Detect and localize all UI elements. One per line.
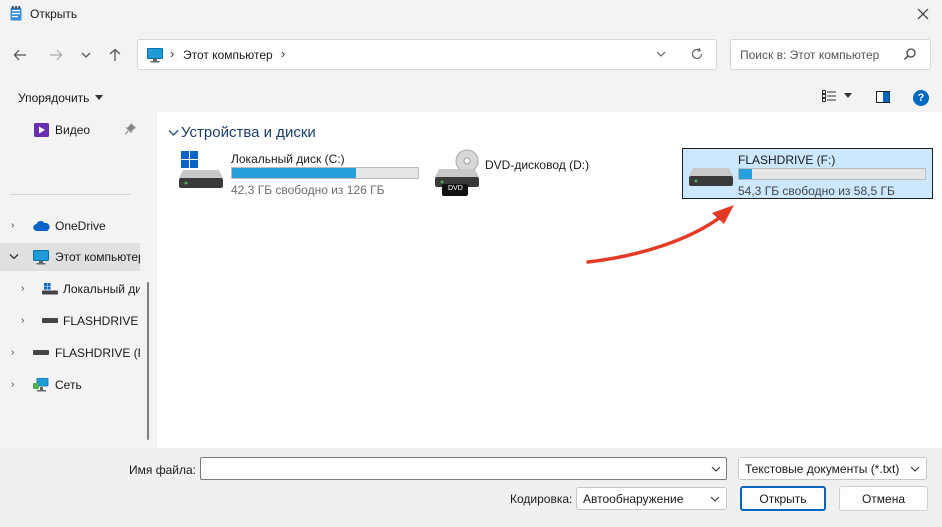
organize-label: Упорядочить	[18, 91, 90, 105]
drive-tile-d[interactable]: DVD DVD-дисковод (D:)	[435, 148, 675, 198]
caret-down-icon	[844, 93, 852, 98]
nav-item-local-disk[interactable]: › Локальный диск (C:)	[0, 275, 140, 303]
details-view-icon	[822, 90, 836, 102]
caret-down-icon	[95, 95, 104, 100]
drive-name: Локальный диск (C:)	[231, 152, 345, 166]
cancel-button[interactable]: Отмена	[839, 486, 928, 511]
pc-icon	[33, 250, 49, 265]
chevron-right-icon[interactable]: ›	[21, 283, 24, 294]
breadcrumb-this-pc[interactable]: Этот компьютер	[183, 48, 273, 62]
chevron-right-icon[interactable]: ›	[11, 347, 14, 358]
usb-drive-icon	[33, 350, 49, 355]
nav-item-label: Сеть	[55, 378, 82, 392]
windows-drive-icon	[179, 151, 223, 188]
pin-icon[interactable]	[125, 123, 136, 135]
chevron-right-icon[interactable]: ›	[11, 220, 14, 231]
nav-item-onedrive[interactable]: › OneDrive	[0, 212, 140, 240]
forward-button[interactable]	[44, 43, 68, 67]
filename-input[interactable]	[200, 457, 727, 480]
refresh-icon[interactable]	[690, 47, 704, 61]
encoding-value: Автообнаружение	[583, 492, 684, 506]
arrow-right-icon	[50, 49, 63, 61]
recent-locations-button[interactable]	[74, 43, 98, 67]
chevron-down-icon	[710, 496, 720, 502]
nav-item-label: FLASHDRIVE (F:)	[63, 314, 140, 328]
close-icon	[917, 8, 929, 20]
chevron-right-icon[interactable]: ›	[21, 315, 24, 326]
drive-usage-fill	[232, 168, 356, 178]
preview-pane-button[interactable]	[876, 91, 890, 106]
nav-item-video[interactable]: Видео	[0, 116, 140, 144]
chevron-down-icon[interactable]	[654, 47, 668, 61]
search-box[interactable]: Поиск в: Этот компьютер	[730, 39, 931, 70]
breadcrumb-separator[interactable]: ›	[281, 46, 285, 61]
drive-tile-f[interactable]: FLASHDRIVE (F:) 54,3 ГБ свободно из 58,5…	[682, 148, 933, 199]
arrow-left-icon	[13, 49, 26, 61]
nav-item-flashdrive[interactable]: › FLASHDRIVE (F:)	[0, 339, 140, 367]
dvd-badge: DVD	[448, 185, 463, 192]
open-button[interactable]: Открыть	[740, 486, 826, 511]
filetype-select[interactable]: Текстовые документы (*.txt)	[738, 457, 927, 480]
windows-drive-icon	[42, 283, 58, 295]
preview-pane-icon	[876, 91, 890, 103]
drive-free-space: 54,3 ГБ свободно из 58,5 ГБ	[738, 184, 895, 198]
nav-item-this-pc[interactable]: Этот компьютер	[0, 243, 140, 271]
filename-label: Имя файла:	[129, 463, 196, 477]
nav-item-network[interactable]: › Сеть	[0, 371, 140, 399]
nav-item-label: OneDrive	[55, 219, 106, 233]
video-icon	[34, 123, 49, 137]
search-input[interactable]: Поиск в: Этот компьютер	[740, 48, 879, 62]
chevron-down-icon[interactable]	[710, 462, 722, 476]
chevron-down-icon	[910, 466, 920, 472]
chevron-down-icon[interactable]	[168, 128, 179, 138]
organize-button[interactable]: Упорядочить	[18, 91, 104, 105]
drive-free-space: 42,3 ГБ свободно из 126 ГБ	[231, 183, 385, 197]
encoding-select[interactable]: Автообнаружение	[576, 487, 727, 510]
address-bar[interactable]: › Этот компьютер ›	[137, 39, 717, 70]
nav-item-label: Этот компьютер	[55, 250, 140, 264]
close-button[interactable]	[904, 0, 942, 28]
nav-divider	[10, 194, 131, 195]
search-icon[interactable]	[903, 47, 917, 61]
usb-drive-icon	[689, 168, 733, 186]
usb-drive-icon	[42, 318, 58, 323]
arrow-up-icon	[109, 48, 121, 61]
pc-icon	[147, 48, 163, 63]
drive-usage-bar	[231, 167, 419, 179]
notepad-icon	[10, 6, 22, 21]
drive-tile-c[interactable]: Локальный диск (C:) 42,3 ГБ свободно из …	[177, 148, 427, 198]
nav-item-flashdrive-sub[interactable]: › FLASHDRIVE (F:)	[0, 307, 140, 335]
drive-usage-fill	[739, 169, 753, 179]
navigation-pane: Видео › OneDrive Этот компьютер › Локаль…	[0, 112, 157, 448]
dialog-footer: Имя файла: Текстовые документы (*.txt) К…	[0, 448, 942, 527]
up-button[interactable]	[103, 43, 127, 67]
filetype-value: Текстовые документы (*.txt)	[745, 462, 900, 476]
drive-name: DVD-дисковод (D:)	[485, 158, 590, 172]
encoding-label: Кодировка:	[510, 492, 573, 506]
network-icon	[33, 378, 49, 392]
group-title: Устройства и диски	[181, 124, 316, 141]
drive-name: FLASHDRIVE (F:)	[738, 153, 836, 167]
nav-item-label: Локальный диск (C:)	[63, 282, 140, 296]
chevron-down-icon[interactable]	[9, 253, 19, 261]
window-title: Открыть	[30, 7, 78, 21]
nav-item-label: FLASHDRIVE (F:)	[55, 346, 140, 360]
title-bar: Открыть	[0, 0, 942, 28]
file-view: Устройства и диски Локальный диск (C:) 4…	[157, 112, 942, 448]
chevron-right-icon[interactable]: ›	[11, 379, 14, 390]
help-icon[interactable]: ?	[913, 90, 929, 106]
nav-item-label: Видео	[55, 123, 91, 137]
back-button[interactable]	[8, 43, 32, 67]
view-options-button[interactable]	[822, 90, 852, 102]
drive-usage-bar	[738, 168, 926, 180]
nav-scrollbar[interactable]	[147, 282, 149, 440]
breadcrumb-separator[interactable]: ›	[170, 46, 174, 61]
onedrive-icon	[33, 221, 50, 231]
chevron-down-icon	[81, 52, 91, 58]
